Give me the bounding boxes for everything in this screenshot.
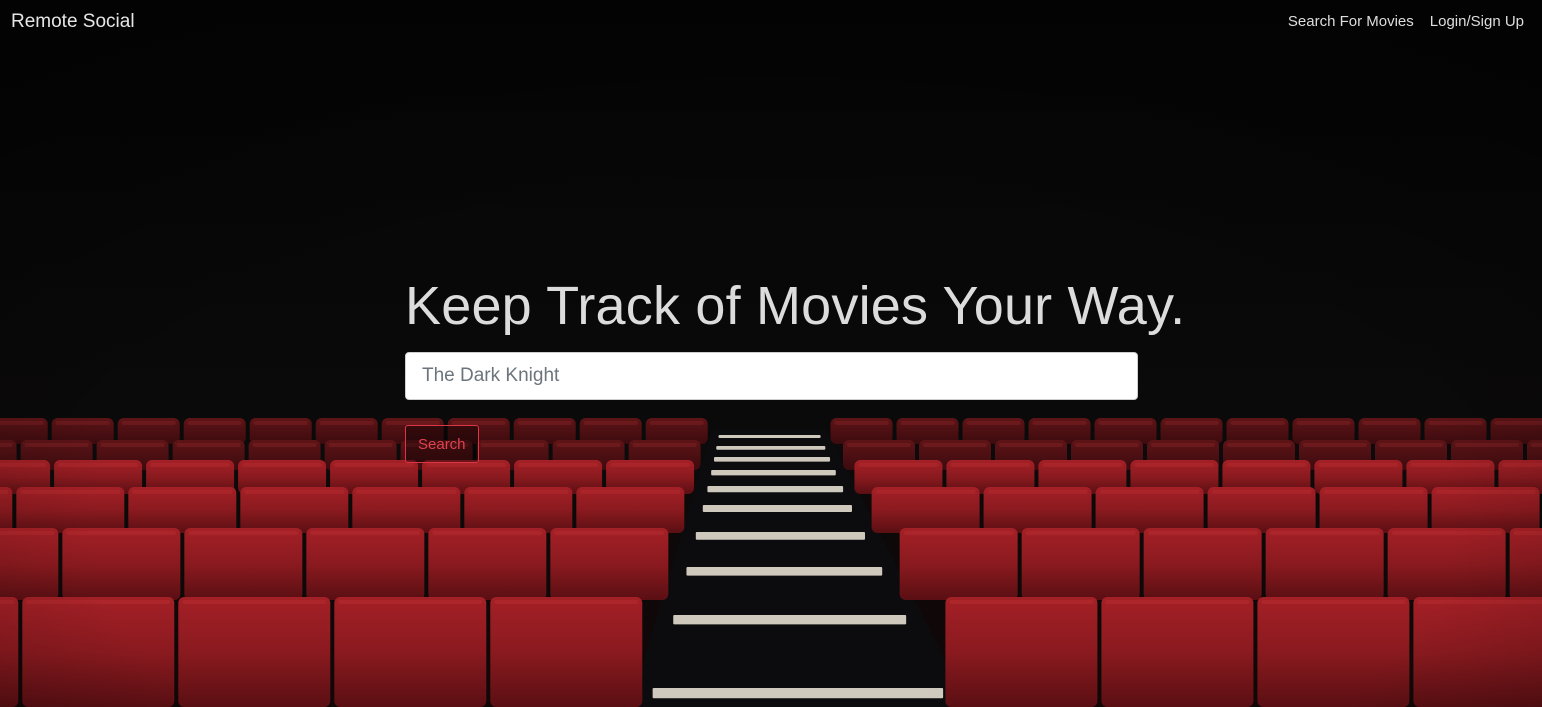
navbar: Remote Social Search For Movies Login/Si… xyxy=(0,0,1542,46)
nav-link-search-for-movies[interactable]: Search For Movies xyxy=(1288,13,1414,30)
hero-section: Keep Track of Movies Your Way. Search xyxy=(405,274,1186,463)
nav-link-login-signup[interactable]: Login/Sign Up xyxy=(1430,13,1524,30)
movie-search-input[interactable] xyxy=(405,352,1138,400)
hero-title: Keep Track of Movies Your Way. xyxy=(405,276,1186,336)
brand-logo-link[interactable]: Remote Social xyxy=(11,11,135,33)
search-button[interactable]: Search xyxy=(405,425,479,463)
nav-links: Search For Movies Login/Sign Up xyxy=(1288,13,1524,30)
